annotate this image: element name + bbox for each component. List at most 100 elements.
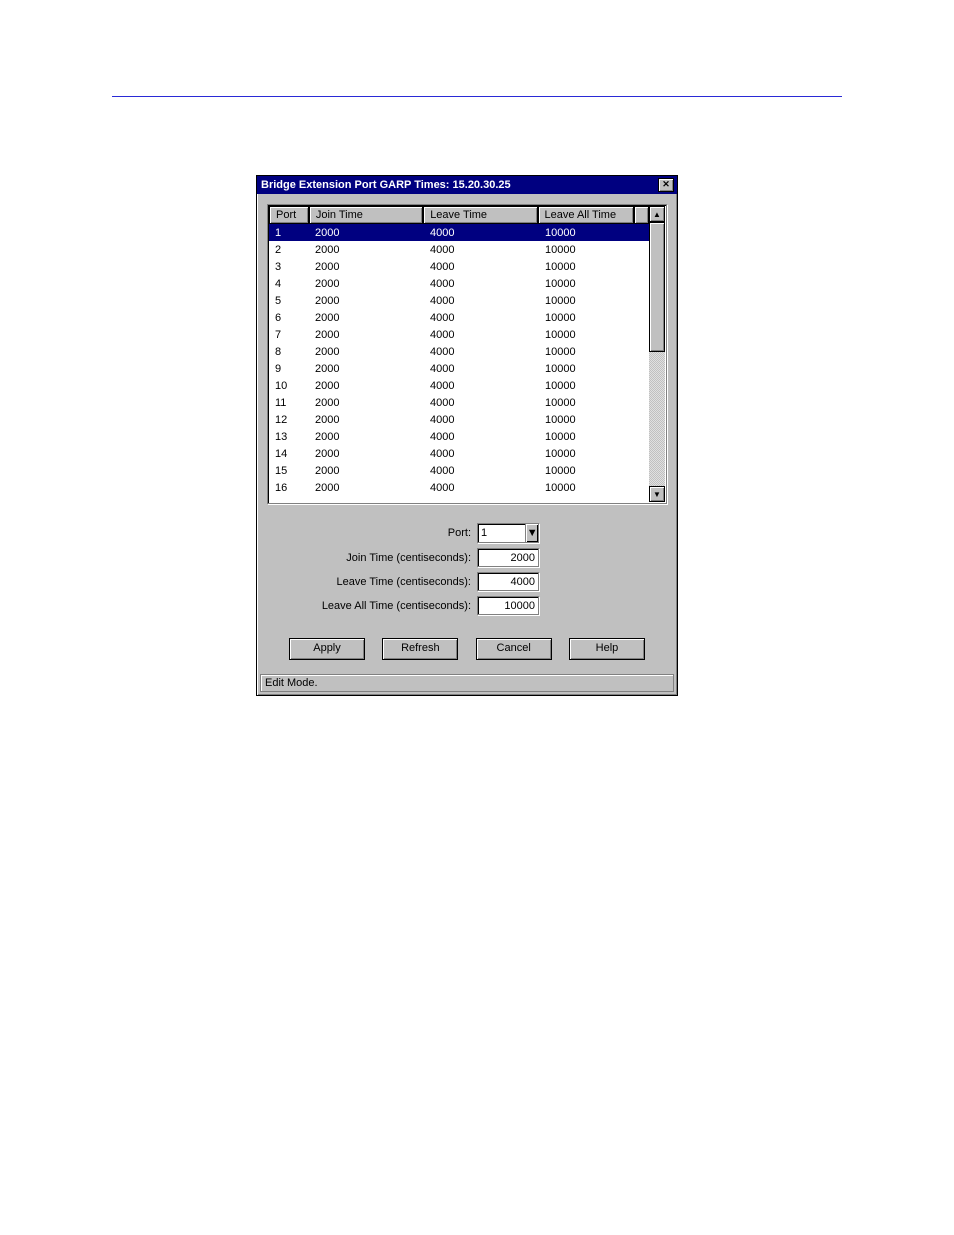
cancel-button[interactable]: Cancel xyxy=(476,638,552,660)
cell-leave: 4000 xyxy=(424,328,539,341)
cell-port: 8 xyxy=(269,345,309,358)
cell-leaveall: 10000 xyxy=(539,345,636,358)
chevron-down-icon[interactable]: ▼ xyxy=(525,524,538,542)
cell-join: 2000 xyxy=(309,328,424,341)
cell-leave: 4000 xyxy=(424,277,539,290)
refresh-button[interactable]: Refresh xyxy=(382,638,458,660)
table-row[interactable]: 142000400010000 xyxy=(269,445,649,462)
leave-all-time-field[interactable] xyxy=(477,596,539,615)
cell-leaveall: 10000 xyxy=(539,447,636,460)
table-row[interactable]: 62000400010000 xyxy=(269,309,649,326)
cell-port: 10 xyxy=(269,379,309,392)
column-header-port[interactable]: Port xyxy=(269,206,309,224)
cell-leave: 4000 xyxy=(424,379,539,392)
cell-join: 2000 xyxy=(309,396,424,409)
cell-leaveall: 10000 xyxy=(539,311,636,324)
table-row[interactable]: 72000400010000 xyxy=(269,326,649,343)
column-header-leaveall[interactable]: Leave All Time xyxy=(538,206,634,224)
status-bar: Edit Mode. xyxy=(260,674,674,692)
vertical-scrollbar[interactable]: ▲ ▼ xyxy=(649,206,665,502)
table-row[interactable]: 162000400010000 xyxy=(269,479,649,496)
port-select[interactable]: ▼ xyxy=(477,523,539,543)
cell-leave: 4000 xyxy=(424,464,539,477)
cell-leave: 4000 xyxy=(424,447,539,460)
cell-leave: 4000 xyxy=(424,430,539,443)
cell-join: 2000 xyxy=(309,430,424,443)
scroll-down-icon[interactable]: ▼ xyxy=(649,486,665,502)
column-header-join[interactable]: Join Time xyxy=(309,206,423,224)
cell-port: 9 xyxy=(269,362,309,375)
cell-leaveall: 10000 xyxy=(539,481,636,494)
cell-join: 2000 xyxy=(309,294,424,307)
scroll-up-icon[interactable]: ▲ xyxy=(649,206,665,222)
cell-leave: 4000 xyxy=(424,396,539,409)
cell-port: 4 xyxy=(269,277,309,290)
apply-button[interactable]: Apply xyxy=(289,638,365,660)
table-row[interactable]: 102000400010000 xyxy=(269,377,649,394)
cell-leave: 4000 xyxy=(424,311,539,324)
cell-port: 11 xyxy=(269,396,309,409)
cell-join: 2000 xyxy=(309,277,424,290)
scroll-track[interactable] xyxy=(649,222,665,486)
cell-leaveall: 10000 xyxy=(539,294,636,307)
cell-port: 6 xyxy=(269,311,309,324)
cell-join: 2000 xyxy=(309,481,424,494)
cell-leaveall: 10000 xyxy=(539,243,636,256)
table-row[interactable]: 22000400010000 xyxy=(269,241,649,258)
status-text: Edit Mode. xyxy=(265,677,318,689)
cell-port: 5 xyxy=(269,294,309,307)
leave-time-label: Leave Time (centiseconds): xyxy=(336,576,471,588)
cell-port: 2 xyxy=(269,243,309,256)
cell-port: 15 xyxy=(269,464,309,477)
cell-join: 2000 xyxy=(309,243,424,256)
table-row[interactable]: 12000400010000 xyxy=(269,224,649,241)
cell-leave: 4000 xyxy=(424,243,539,256)
garp-times-dialog: Bridge Extension Port GARP Times: 15.20.… xyxy=(256,175,678,696)
close-icon[interactable]: ✕ xyxy=(658,178,674,192)
cell-leaveall: 10000 xyxy=(539,277,636,290)
table-row[interactable]: 92000400010000 xyxy=(269,360,649,377)
leave-all-time-label: Leave All Time (centiseconds): xyxy=(322,600,471,612)
cell-leaveall: 10000 xyxy=(539,396,636,409)
scroll-thumb[interactable] xyxy=(649,222,665,352)
column-header-spacer[interactable] xyxy=(634,206,649,224)
cell-leaveall: 10000 xyxy=(539,413,636,426)
cell-leaveall: 10000 xyxy=(539,226,636,239)
port-label: Port: xyxy=(448,527,471,539)
cell-port: 12 xyxy=(269,413,309,426)
cell-port: 13 xyxy=(269,430,309,443)
help-button[interactable]: Help xyxy=(569,638,645,660)
cell-leave: 4000 xyxy=(424,362,539,375)
cell-leave: 4000 xyxy=(424,226,539,239)
cell-join: 2000 xyxy=(309,362,424,375)
table-row[interactable]: 122000400010000 xyxy=(269,411,649,428)
table-row[interactable]: 132000400010000 xyxy=(269,428,649,445)
cell-leave: 4000 xyxy=(424,345,539,358)
cell-join: 2000 xyxy=(309,413,424,426)
titlebar[interactable]: Bridge Extension Port GARP Times: 15.20.… xyxy=(257,176,677,194)
edit-form: Port: ▼ Join Time (centiseconds): Leave … xyxy=(267,504,667,626)
port-select-value[interactable] xyxy=(478,524,525,542)
cell-port: 3 xyxy=(269,260,309,273)
table-row[interactable]: 32000400010000 xyxy=(269,258,649,275)
cell-leave: 4000 xyxy=(424,413,539,426)
page-divider xyxy=(112,96,842,97)
cell-leave: 4000 xyxy=(424,260,539,273)
table-row[interactable]: 42000400010000 xyxy=(269,275,649,292)
table-row[interactable]: 112000400010000 xyxy=(269,394,649,411)
cell-leave: 4000 xyxy=(424,294,539,307)
table-row[interactable]: 152000400010000 xyxy=(269,462,649,479)
table-row[interactable]: 82000400010000 xyxy=(269,343,649,360)
cell-join: 2000 xyxy=(309,260,424,273)
join-time-field[interactable] xyxy=(477,548,539,567)
leave-time-field[interactable] xyxy=(477,572,539,591)
cell-leaveall: 10000 xyxy=(539,328,636,341)
cell-join: 2000 xyxy=(309,379,424,392)
cell-leaveall: 10000 xyxy=(539,362,636,375)
column-header-leave[interactable]: Leave Time xyxy=(423,206,537,224)
cell-port: 14 xyxy=(269,447,309,460)
table-row[interactable]: 52000400010000 xyxy=(269,292,649,309)
cell-leave: 4000 xyxy=(424,481,539,494)
cell-port: 7 xyxy=(269,328,309,341)
cell-port: 16 xyxy=(269,481,309,494)
